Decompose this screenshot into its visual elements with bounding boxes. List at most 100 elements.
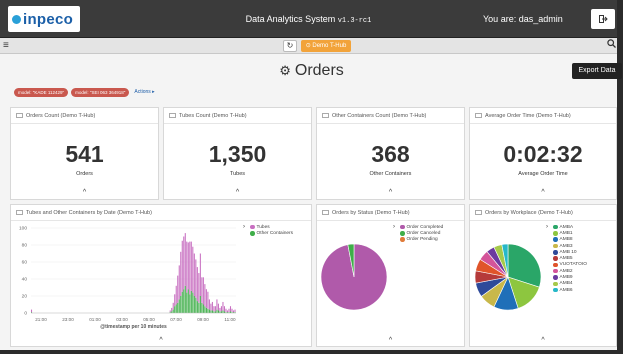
collapse-button[interactable]: ^ [536,336,550,345]
logout-button[interactable] [591,9,615,29]
workplace-pie-panel: Orders by Workplace (Demo T-Hub) › AMBA A… [469,204,617,347]
hamburger-icon[interactable]: ≡ [3,40,9,51]
x-tick-label: 01:00 [89,317,101,322]
legend-label: AMB8 [559,237,573,243]
legend-swatch [553,281,558,287]
legend-item[interactable]: Other Containers [250,230,293,236]
legend-toggle-icon[interactable]: › [393,224,395,230]
histogram-bar [210,310,212,313]
pie-chart-icon [322,210,329,215]
metric-card-average-order-time: Average Order Time (Demo T-Hub) 0:02:32 … [469,107,617,200]
filter-pill[interactable]: model: "SEI 063 364918" [71,87,130,97]
legend-label: AMB6 [559,287,573,293]
collapse-button[interactable]: ^ [536,188,550,197]
logout-icon [598,15,608,23]
actions-link[interactable]: Actions ▸ [134,89,154,95]
search-icon[interactable] [607,39,616,51]
metric-icon [322,113,329,118]
histogram-bar [186,292,188,313]
refresh-button[interactable]: ↻ [283,40,297,52]
legend-label: Order Completed [406,224,444,230]
legend-toggle-icon[interactable]: › [243,224,245,230]
metric-icon [169,113,176,118]
x-tick-label: 23:00 [62,317,74,322]
legend-swatch [553,268,558,274]
collapse-button[interactable]: ^ [78,188,92,197]
legend-toggle-icon[interactable]: › [546,224,548,230]
collapse-button[interactable]: ^ [154,336,168,345]
histogram-bar [175,304,177,313]
collapse-button[interactable]: ^ [231,188,245,197]
collapse-button[interactable]: ^ [384,188,398,197]
export-data-button[interactable]: Export Data [572,63,622,79]
histogram-bar [201,277,203,303]
x-axis-label: @timestamp per 10 minutes [100,324,167,330]
histogram-bar [190,290,192,313]
histogram-bar [216,309,218,313]
histogram-bar [208,299,210,310]
legend-label: Other Containers [256,230,294,236]
refresh-icon: ↻ [286,41,294,50]
y-tick-label: 0 [24,311,27,317]
histogram-bar [204,284,206,307]
card-title: Orders Count (Demo T-Hub) [26,112,96,119]
histogram-bar [183,236,185,290]
legend-label: AMBA [559,224,574,230]
card-title: Tubes Count (Demo T-Hub) [179,112,247,119]
histogram-bar [193,253,195,296]
legend-swatch [553,262,558,268]
status-pie-panel: Orders by Status (Demo T-Hub) › Order Co… [316,204,465,347]
page-title-text: Orders [294,62,344,79]
legend-label: AMB 10 [559,249,577,255]
legend-item[interactable]: Order Completed [400,224,443,230]
legend-label: VUOTATOIO [559,262,587,268]
x-tick-label: 21:00 [35,317,47,322]
x-tick-label: 11:00 [224,317,236,322]
histogram-bar [181,240,183,292]
histogram-bar [178,265,180,300]
pie-chart-icon [475,210,482,215]
user-label: You are: das_admin [483,14,563,24]
legend-item[interactable]: Order Pending [400,237,443,243]
histogram-bar [180,251,182,296]
x-tick-label: 03:00 [116,317,128,322]
histogram-bar [214,306,216,312]
status-pie-chart [320,243,388,311]
metric-card-other-containers: Other Containers Count (Demo T-Hub) 368 … [316,107,465,200]
filter-bar: model: "KADE 112429" model: "SEI 063 364… [14,87,155,97]
dashboard-icon: ⚙ [279,63,291,78]
metric-value: 368 [371,141,410,167]
histogram-bar [217,303,219,311]
workplace-legend: AMBA AMB1 AMB8 AMB3 AMB 10 AMB5 VUOTATOIO AMB2 A… [553,224,587,293]
histogram-bar [204,306,206,313]
card-header: Tubes Count (Demo T-Hub) [164,108,311,124]
metric-card-tubes: Tubes Count (Demo T-Hub) 1,350 Tubes ^ [163,107,312,200]
card-header: Orders Count (Demo T-Hub) [11,108,158,124]
legend-item[interactable]: Order Canceled [400,230,443,236]
y-tick-label: 100 [19,226,27,232]
histogram-bar [195,259,197,298]
histogram-bar [192,292,194,313]
y-tick-label: 20 [22,294,28,300]
status-legend: Order Completed Order Canceled Order Pendi… [400,224,443,243]
histogram-bar [201,302,203,313]
histogram-bar [181,291,183,313]
legend-swatch [553,237,558,242]
card-header: Other Containers Count (Demo T-Hub) [317,108,464,124]
metric-icon [16,113,23,118]
histogram-bar [234,309,236,313]
histogram-bar [207,291,209,309]
legend-label: AMB9 [559,275,573,281]
x-tick-label: 07:00 [170,317,182,322]
histogram-bar [216,299,218,310]
collapse-button[interactable]: ^ [384,336,398,345]
x-tick-label: 05:00 [143,317,155,322]
histogram-bar [217,310,219,313]
card-title: Average Order Time (Demo T-Hub) [485,112,571,119]
filter-pill[interactable]: model: "KADE 112429" [14,87,69,97]
histogram-bar [175,285,177,305]
context-button[interactable]: ⊙ Demo T-Hub [301,40,351,52]
histogram-bar [196,267,198,302]
histogram-bar [196,301,198,313]
legend-item[interactable]: AMB6 [553,287,587,293]
